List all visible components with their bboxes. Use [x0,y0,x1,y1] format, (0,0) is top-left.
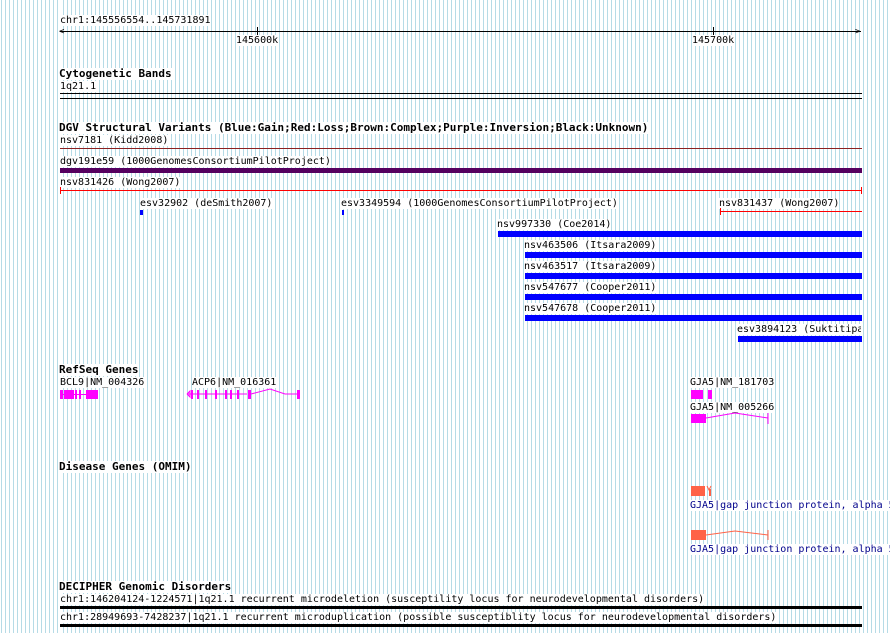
decipher-bar[interactable] [60,606,862,609]
variant-label[interactable]: dgv191e59 (1000GenomesConsortiumPilotPro… [60,156,331,167]
gene-model-acp6[interactable] [185,386,303,402]
variant-bar-endcap [60,187,61,194]
refseq-track-title: RefSeq Genes [59,363,139,376]
gene-label[interactable]: GJA5|NM_181703 [690,377,775,388]
variant-label[interactable]: nsv547677 (Cooper2011) [524,282,657,293]
variant-bar[interactable] [342,210,344,215]
gene-label[interactable]: BCL9|NM_004326 [60,377,145,388]
ruler-range-label: chr1:145556554..145731891 [60,15,211,26]
cytoband-label[interactable]: 1q21.1 [60,81,97,92]
variant-bar[interactable] [60,190,862,191]
variant-label[interactable]: esv3894123 (Suktitipat2014) [737,324,861,335]
variant-bar-endcap [861,187,862,194]
cytoband-bar-bottom [60,98,862,99]
dgv-track-title: DGV Structural Variants (Blue:Gain;Red:L… [59,121,649,134]
variant-bar[interactable] [140,210,143,215]
variant-bar[interactable] [525,294,862,300]
cytobands-track-title: Cytogenetic Bands [59,67,172,80]
omim-feature-2[interactable] [690,528,774,542]
omim-label[interactable]: GJA5|gap junction protein, alpha 5 [690,544,890,555]
variant-label[interactable]: nsv547678 (Cooper2011) [524,303,657,314]
ruler-axis [60,31,861,32]
variant-label[interactable]: nsv997330 (Coe2014) [497,219,612,230]
variant-label[interactable]: nsv831426 (Wong2007) [60,177,181,188]
omim-feature-1[interactable] [690,484,718,498]
variant-label[interactable]: nsv463517 (Itsara2009) [524,261,657,272]
cytoband-bar-top [60,93,862,94]
ruler-tick-label: 145700k [692,35,735,46]
decipher-entry-label[interactable]: chr1:28949693-7428237|1q21.1 recurrent m… [60,612,777,623]
omim-track-title: Disease Genes (OMIM) [59,460,192,473]
variant-label[interactable]: nsv463506 (Itsara2009) [524,240,657,251]
variant-label[interactable]: esv32902 (deSmith2007) [140,198,273,209]
ruler-tick-label: 145600k [236,35,279,46]
decipher-entry-label[interactable]: chr1:146204124-1224571|1q21.1 recurrent … [60,594,705,605]
variant-bar[interactable] [525,252,862,258]
variant-bar[interactable] [60,168,862,173]
variant-label[interactable]: esv3349594 (1000GenomesConsortiumPilotPr… [341,198,618,209]
decipher-bar[interactable] [60,624,862,627]
variant-label[interactable]: nsv7181 (Kidd2008) [60,135,169,146]
ruler-right-arrow: > [855,27,861,37]
decipher-track-title: DECIPHER Genomic Disorders [59,580,232,593]
variant-bar[interactable] [738,336,862,342]
omim-label[interactable]: GJA5|gap junction protein, alpha 5 [690,500,890,511]
variant-bar[interactable] [60,148,862,149]
variant-bar[interactable] [525,273,862,279]
variant-label[interactable]: nsv831437 (Wong2007) [719,198,840,209]
variant-bar[interactable] [720,211,862,212]
ruler-left-arrow: < [59,27,65,37]
gene-model-gja5-nm005266[interactable] [690,410,774,426]
variant-bar[interactable] [498,231,862,237]
variant-bar-endcap [720,208,721,215]
variant-bar[interactable] [525,315,862,321]
